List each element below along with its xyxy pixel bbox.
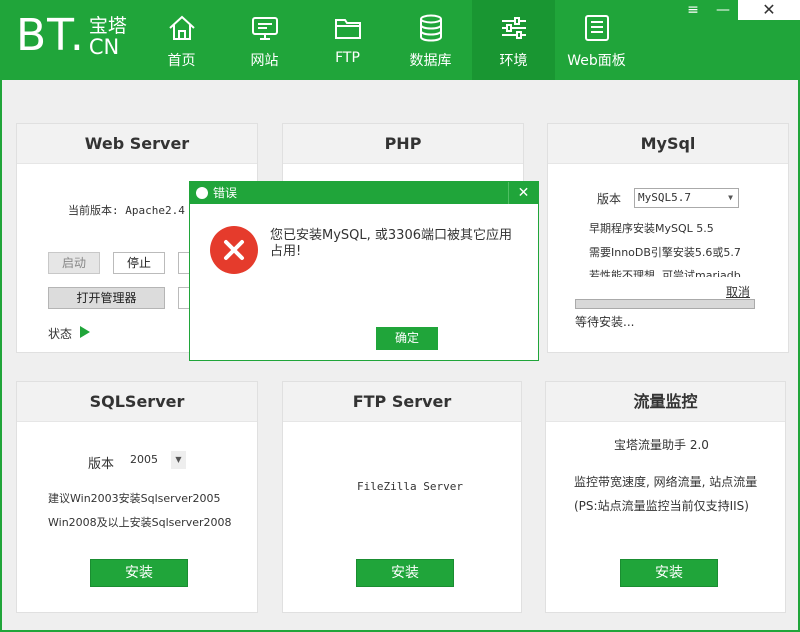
cancel-link[interactable]: 取消	[726, 283, 750, 300]
nav-item-website[interactable]: 网站	[223, 0, 306, 80]
card-title: FTP Server	[283, 382, 521, 422]
nav-item-database[interactable]: 数据库	[389, 0, 472, 80]
database-icon	[419, 14, 442, 42]
chevron-down-icon: ▼	[171, 451, 186, 469]
select-value: 2005	[130, 453, 158, 466]
menu-icon[interactable]: ≡	[678, 0, 708, 20]
logo-top: 宝塔	[88, 15, 127, 37]
ftp-install-button[interactable]: 安装	[356, 559, 454, 587]
nav-item-environment[interactable]: 环境	[472, 0, 555, 80]
nav-item-ftp[interactable]: FTP	[306, 0, 389, 80]
logo-main: BT.	[16, 10, 85, 61]
mysql-note-3-wrap: 若性能不理想, 可尝试mariadb	[589, 267, 759, 277]
dialog-ok-button[interactable]: 确定	[376, 327, 438, 350]
window-controls: ≡ — ✕	[678, 0, 800, 20]
dialog-title: 错误	[213, 186, 238, 200]
card-title: MySql	[548, 124, 788, 164]
dialog-message: 您已安装MySQL, 或3306端口被其它应用占用!	[270, 228, 512, 259]
monitor-icon	[251, 17, 278, 40]
nav-label: Web面板	[567, 53, 626, 69]
status-label: 状态	[48, 327, 73, 341]
traffic-product: 宝塔流量助手 2.0	[614, 438, 709, 452]
nav-item-web-panel[interactable]: Web面板	[555, 0, 638, 80]
folder-icon	[334, 19, 361, 39]
chevron-down-icon: ▼	[728, 193, 733, 202]
nav-label: 环境	[499, 53, 528, 69]
nav-item-home[interactable]: 首页	[140, 0, 223, 80]
mysql-note-3: 若性能不理想, 可尝试mariadb	[589, 269, 741, 277]
home-icon	[168, 15, 195, 40]
mysql-note-2: 需要InnoDB引擎安装5.6或5.7	[589, 246, 741, 259]
waiting-status: 等待安装...	[575, 315, 635, 329]
select-value: MySQL5.7	[638, 191, 691, 204]
play-icon	[80, 326, 90, 338]
error-dialog: 错误 ✕ 您已安装MySQL, 或3306端口被其它应用占用! 确定	[189, 181, 539, 361]
mysql-note-1: 早期程序安装MySQL 5.5	[589, 222, 714, 235]
logo-bottom: CN	[88, 35, 120, 59]
card-title: SQLServer	[17, 382, 257, 422]
sqlserver-note-2: Win2008及以上安装Sqlserver2008	[48, 516, 232, 529]
nav-label: 首页	[167, 53, 196, 69]
mysql-version-label: 版本	[597, 192, 622, 206]
nav-label: FTP	[335, 50, 360, 66]
error-icon	[210, 226, 258, 274]
ftp-product: FileZilla Server	[357, 480, 463, 493]
card-title: Web Server	[17, 124, 257, 164]
minimize-button[interactable]: —	[708, 0, 738, 20]
sqlserver-version-select[interactable]: 2005 ▼	[126, 450, 187, 470]
close-window-button[interactable]: ✕	[738, 0, 800, 20]
stop-button[interactable]: 停止	[113, 252, 165, 274]
traffic-install-button[interactable]: 安装	[620, 559, 718, 587]
app-logo: BT. 宝塔 CN	[16, 14, 127, 58]
sqlserver-install-button[interactable]: 安装	[90, 559, 188, 587]
start-button[interactable]: 启动	[48, 252, 100, 274]
open-manager-button[interactable]: 打开管理器	[48, 287, 165, 309]
webserver-version: 当前版本: Apache2.4	[68, 204, 185, 217]
sqlserver-note-1: 建议Win2003安装Sqlserver2005	[48, 492, 221, 505]
top-bar: BT. 宝塔 CN 首页 网站 FTP 数据库 环境 Web面板 ≡ — ✕	[0, 0, 800, 80]
nav-label: 数据库	[409, 53, 452, 69]
dialog-close-button[interactable]: ✕	[508, 182, 538, 204]
panel-icon	[584, 15, 609, 41]
mysql-version-select[interactable]: MySQL5.7 ▼	[634, 188, 739, 208]
sqlserver-version-label: 版本	[88, 457, 115, 472]
install-progress	[575, 299, 755, 309]
card-title: 流量监控	[546, 382, 785, 422]
card-title: PHP	[283, 124, 523, 164]
dialog-header: 错误	[190, 182, 538, 204]
main-nav: 首页 网站 FTP 数据库 环境 Web面板	[140, 0, 638, 80]
sliders-icon	[501, 17, 526, 39]
traffic-description: 监控带宽速度, 网络流量, 站点流量(PS:站点流量监控当前仅支持IIS)	[574, 475, 758, 513]
nav-label: 网站	[250, 53, 279, 69]
chat-icon	[196, 187, 208, 199]
